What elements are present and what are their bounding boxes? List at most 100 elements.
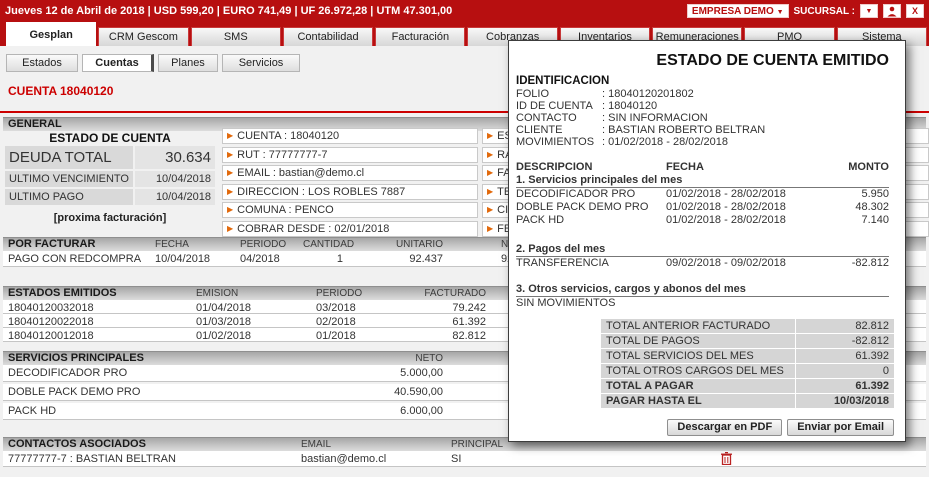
detail-fecha: 01/02/2018 - 28/02/2018 [666,201,786,214]
ident-movimientos: MOVIMIENTOS01/02/2018 - 28/02/2018 [516,136,889,148]
subtab-cuentas[interactable]: Cuentas [82,54,154,72]
field-direccion-text: DIRECCION : LOS ROBLES 7887 [237,186,405,198]
sp-neto: 5.000,00 [363,367,443,379]
section-servicios-principales-label: SERVICIOS PRINCIPALES [8,352,144,365]
sp-neto: 6.000,00 [363,405,443,417]
ident-folio: FOLIO18040120201802 [516,88,889,100]
proxima-facturacion-link[interactable]: [proxima facturación] [5,212,215,224]
detail-name: PACK HD [516,214,564,226]
group-otros-title: 3. Otros servicios, cargos y abonos del … [516,283,889,297]
close-icon[interactable]: X [906,4,924,18]
field-comuna-text: COMUNA : PENCO [237,204,334,216]
total-label: TOTAL OTROS CARGOS DEL MES [601,364,795,378]
detail-fecha: 09/02/2018 - 09/02/2018 [666,257,786,270]
contacto-nombre: 77777777-7 : BASTIAN BELTRAN [8,453,176,465]
col-descripcion: DESCRIPCION [516,161,592,173]
detail-table-header: DESCRIPCION FECHA MONTO [516,161,889,173]
subtab-estados[interactable]: Estados [6,54,78,72]
ident-value: BASTIAN ROBERTO BELTRAN [602,124,765,136]
ident-label: MOVIMIENTOS [516,136,602,148]
sin-movimientos-text: SIN MOVIMIENTOS [516,297,615,309]
pf-fecha: 10/04/2018 [155,253,210,265]
sucursal-dropdown[interactable]: ▼ [860,4,878,18]
tab-sms[interactable]: SMS [191,27,281,46]
pf-cantidad: 1 [303,253,343,265]
ident-cliente: CLIENTEBASTIAN ROBERTO BELTRAN [516,124,889,136]
group-servicios-title: 1. Servicios principales del mes [516,174,889,188]
ee-periodo: 01/2018 [316,330,356,342]
total-row: TOTAL SERVICIOS DEL MES61.392 [601,349,894,363]
col-fecha: FECHA [666,161,704,173]
col-principal: PRINCIPAL [451,438,503,451]
tab-contabilidad[interactable]: Contabilidad [283,27,373,46]
subtab-planes[interactable]: Planes [158,54,218,72]
bullet-arrow-icon: ▶ [487,187,493,196]
total-value: -82.812 [796,334,894,348]
field-email: ▶EMAIL : bastian@demo.cl [222,165,478,181]
sp-name: PACK HD [8,405,56,417]
bullet-arrow-icon: ▶ [487,150,493,159]
bullet-arrow-icon: ▶ [227,150,233,159]
trash-icon[interactable] [721,452,732,468]
detail-name: DECODIFICADOR PRO [516,188,635,200]
trash-icon [721,452,732,465]
tab-gesplan[interactable]: Gesplan [6,22,96,46]
col-neto: NETO [363,352,443,365]
contacto-principal: SI [451,453,461,465]
sucursal-label: SUCURSAL : [794,6,855,17]
bullet-arrow-icon: ▶ [487,205,493,214]
tab-facturacion[interactable]: Facturación [375,27,465,46]
tab-crm-gescom[interactable]: CRM Gescom [98,27,188,46]
ee-folio: 18040120012018 [8,330,94,342]
pf-unitario: 92.437 [383,253,443,265]
sp-neto: 40.590,00 [363,386,443,398]
ultimo-pago-label: ULTIMO PAGO [5,189,133,205]
field-cobrar-desde-text: COBRAR DESDE : 02/01/2018 [237,223,389,235]
detail-row: DECODIFICADOR PRO 01/02/2018 - 28/02/201… [516,188,889,201]
ee-facturado: 82.812 [413,330,486,342]
group-pagos-title: 2. Pagos del mes [516,243,889,257]
empresa-dropdown[interactable]: EMPRESA DEMO ▼ [687,4,789,18]
ee-folio: 18040120032018 [8,302,94,314]
close-glyph: X [912,6,918,16]
section-estados-emitidos-label: ESTADOS EMITIDOS [8,287,117,300]
identificacion-heading: IDENTIFICACION [516,75,609,87]
bullet-arrow-icon: ▶ [227,224,233,233]
total-value: 82.812 [796,319,894,333]
descargar-pdf-button[interactable]: Descargar en PDF [667,419,782,436]
subtab-servicios[interactable]: Servicios [222,54,300,72]
app-window: Jueves 12 de Abril de 2018 | USD 599,20 … [0,0,929,477]
user-icon[interactable] [883,4,901,18]
detail-monto: 48.302 [855,201,889,214]
detail-row-empty: SIN MOVIMIENTOS [516,297,889,310]
empresa-dropdown-label: EMPRESA DEMO [692,6,774,17]
bullet-arrow-icon: ▶ [227,131,233,140]
ultimo-pago-value: 10/04/2018 [135,189,215,205]
field-rut-text: RUT : 77777777-7 [237,149,327,161]
ident-id-cuenta: ID DE CUENTA18040120 [516,100,889,112]
ee-emision: 01/03/2018 [196,316,251,328]
detail-row: TRANSFERENCIA 09/02/2018 - 09/02/2018 -8… [516,257,889,270]
bullet-arrow-icon: ▶ [227,205,233,214]
enviar-email-button[interactable]: Enviar por Email [787,419,894,436]
col-periodo: PERIODO [240,238,286,251]
field-direccion: ▶DIRECCION : LOS ROBLES 7887 [222,184,478,200]
ee-facturado: 61.392 [413,316,486,328]
bullet-arrow-icon: ▶ [487,131,493,140]
ident-value: 18040120201802 [602,88,694,100]
total-value: 61.392 [796,349,894,363]
estado-cuenta-title: ESTADO DE CUENTA [5,131,215,145]
col-emision: EMISION [196,287,238,300]
section-general-label: GENERAL [8,118,62,131]
ee-emision: 01/04/2018 [196,302,251,314]
bullet-arrow-icon: ▶ [227,168,233,177]
user-icon [887,6,897,17]
ident-label: FOLIO [516,88,602,100]
total-row: TOTAL ANTERIOR FACTURADO82.812 [601,319,894,333]
section-por-facturar-label: POR FACTURAR [8,238,95,251]
ident-label: ID DE CUENTA [516,100,602,112]
ident-value: SIN INFORMACION [602,112,708,124]
ultimo-vencimiento-value: 10/04/2018 [135,171,215,187]
total-value: 10/03/2018 [796,394,894,408]
field-comuna: ▶ COMUNA : PENCO [222,202,478,218]
